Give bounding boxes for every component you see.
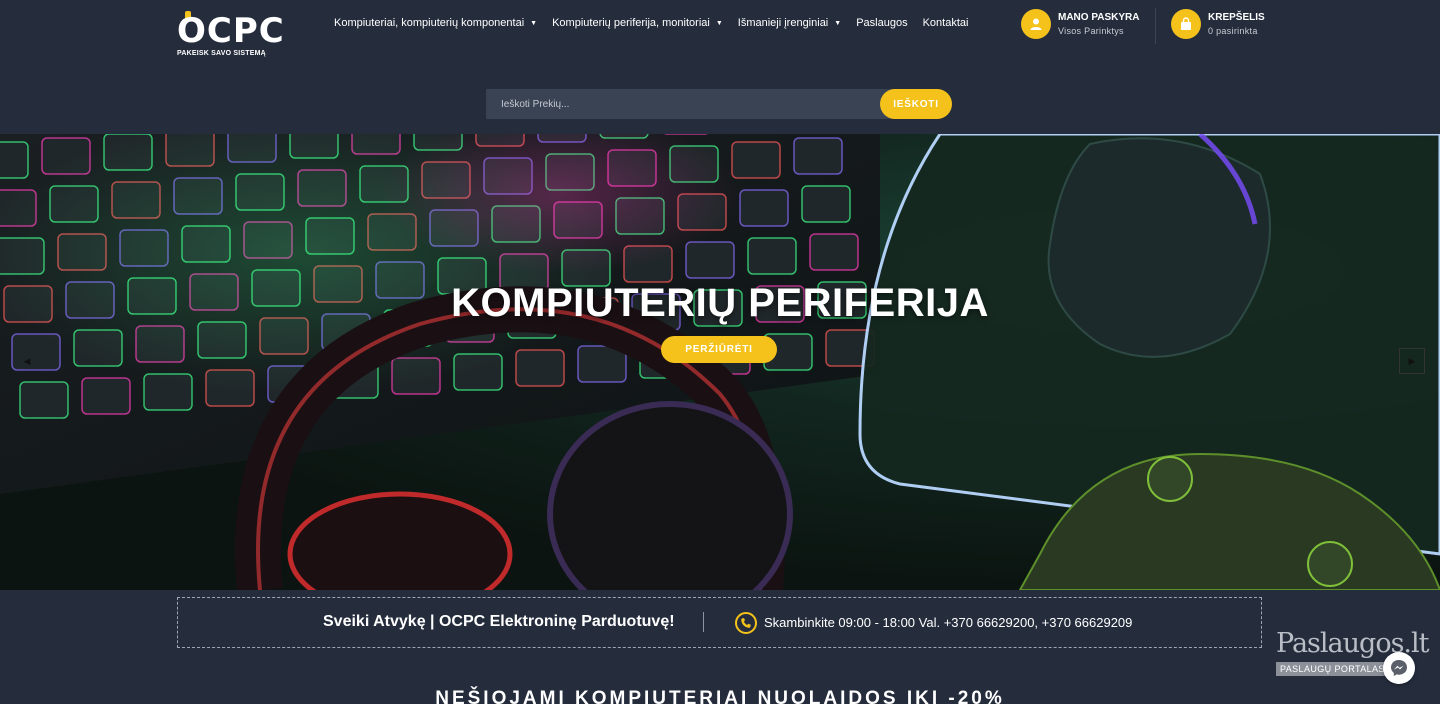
nav-item-label: Kompiuterių periferija, monitoriai (552, 17, 710, 29)
search-bar: IEŠKOTI (486, 89, 952, 119)
nav-item-services[interactable]: Paslaugos (856, 17, 907, 29)
keyboard-key-shape (739, 189, 789, 227)
search-input[interactable] (486, 89, 896, 119)
keyboard-key-shape (793, 137, 843, 175)
cart-subtitle: 0 pasirinkta (1208, 26, 1258, 36)
cart-link[interactable]: KREPŠELIS 0 pasirinkta (1171, 9, 1265, 39)
hero-view-button[interactable]: PERŽIŪRĖTI (661, 336, 777, 363)
keyboard-key-shape (81, 377, 131, 415)
site-logo[interactable]: OCPC PAKEISK SAVO SISTEMĄ (177, 11, 285, 62)
nav-item-label: Paslaugos (856, 17, 908, 29)
hero-title: KOMPIUTERIŲ PERIFERIJA (451, 281, 989, 325)
account-title: MANO PASKYRA (1058, 12, 1140, 23)
caret-down-icon: ▼ (834, 19, 842, 27)
nav-item-peripherals[interactable]: Kompiuterių periferija, monitoriai ▼ (552, 17, 723, 29)
cart-title: KREPŠELIS (1208, 12, 1265, 23)
hero-slider: KOMPIUTERIŲ PERIFERIJA PERŽIŪRĖTI ◀ ▶ (0, 134, 1440, 590)
keyboard-key-shape (19, 381, 69, 419)
header-divider (1155, 8, 1156, 44)
nav-item-smart-devices[interactable]: Išmanieji įrenginiai ▼ (738, 17, 841, 29)
logo-text: OCPC (177, 11, 285, 51)
site-header: OCPC PAKEISK SAVO SISTEMĄ Kompiuteriai, … (0, 0, 1440, 134)
user-icon (1021, 9, 1051, 39)
chevron-left-icon[interactable]: ◀ (14, 348, 40, 374)
main-nav: Kompiuteriai, kompiuterių komponentai ▼ … (334, 17, 968, 29)
logo-tagline: PAKEISK SAVO SISTEMĄ (177, 50, 266, 57)
watermark-subtitle: PASLAUGŲ PORTALAS (1276, 662, 1389, 676)
caret-down-icon: ▼ (530, 19, 538, 27)
caret-down-icon: ▼ (715, 19, 723, 27)
nav-item-label: Kontaktai (922, 17, 969, 29)
keyboard-key-shape (0, 141, 29, 179)
keyboard-key-shape (809, 233, 859, 271)
messenger-icon[interactable] (1383, 652, 1415, 684)
nav-item-computers[interactable]: Kompiuteriai, kompiuterių komponentai ▼ (334, 17, 537, 29)
account-subtitle: Visos Parinktys (1058, 26, 1124, 36)
search-button[interactable]: IEŠKOTI (880, 89, 952, 119)
welcome-title: Sveiki Atvykę | OCPC Elektroninę Parduot… (323, 613, 675, 630)
welcome-divider (703, 612, 704, 632)
section-title: NEŠIOJAMI KOMPIUTERIAI NUOLAIDOS IKI -20… (435, 688, 1005, 704)
welcome-bar: Sveiki Atvykę | OCPC Elektroninę Parduot… (177, 597, 1262, 648)
phone-icon (735, 612, 757, 634)
keyboard-key-shape (801, 185, 851, 223)
shopping-bag-icon (1171, 9, 1201, 39)
nav-item-label: Išmanieji įrenginiai (737, 17, 829, 29)
phone-hours-text: Skambinkite 09:00 - 18:00 Val. +370 6662… (764, 615, 1133, 630)
keyboard-key-shape (731, 141, 781, 179)
nav-item-contacts[interactable]: Kontaktai (923, 17, 969, 29)
keyboard-key-shape (747, 237, 797, 275)
account-link[interactable]: MANO PASKYRA Visos Parinktys (1021, 9, 1139, 39)
nav-item-label: Kompiuteriai, kompiuterių komponentai (334, 17, 525, 29)
keyboard-key-shape (515, 349, 565, 387)
chevron-right-icon[interactable]: ▶ (1399, 348, 1425, 374)
